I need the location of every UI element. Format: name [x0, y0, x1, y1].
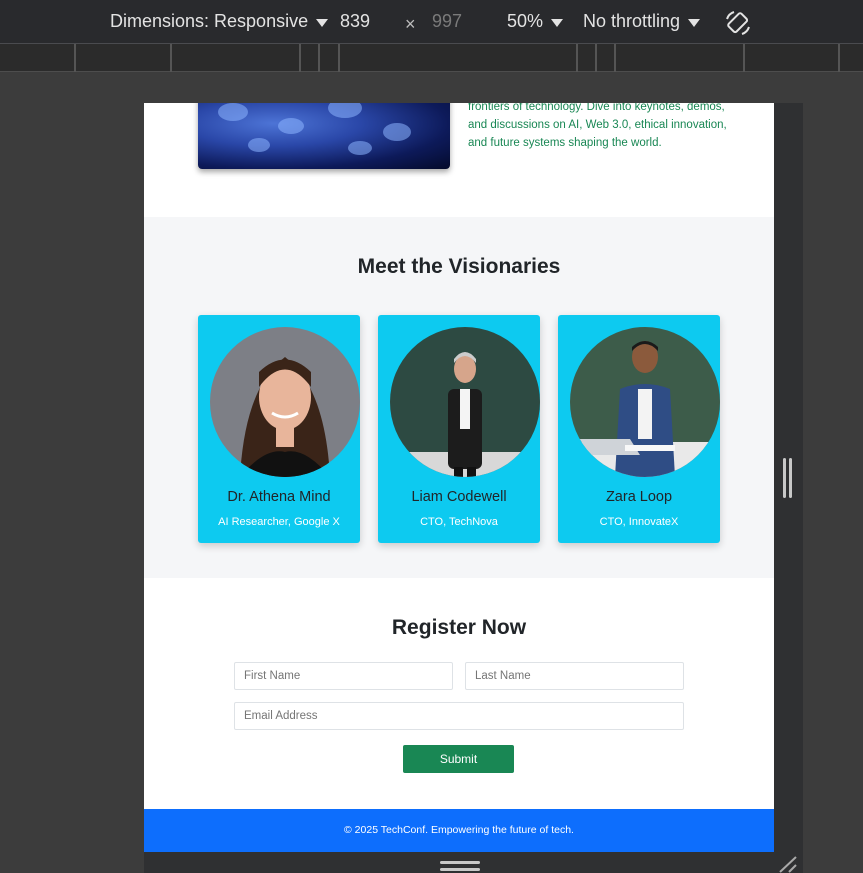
register-title: Register Now	[391, 616, 527, 639]
conference-audience-image	[198, 103, 450, 169]
dimensions-dropdown[interactable]: Dimensions: Responsive	[110, 11, 329, 32]
speaker-name: Zara Loop	[605, 489, 673, 505]
bottom-resize-handle[interactable]	[440, 861, 480, 873]
page-viewport: frontiers of technology. Dive into keyno…	[144, 103, 774, 852]
chevron-down-icon	[688, 18, 701, 27]
speakers-title: Meet the Visionaries	[357, 255, 561, 278]
zoom-dropdown[interactable]: 50%	[507, 11, 564, 32]
right-resize-handle[interactable]	[783, 458, 793, 498]
dimension-separator: ×	[405, 14, 416, 34]
about-description: frontiers of technology. Dive into keyno…	[468, 103, 727, 149]
speaker-name: Dr. Athena Mind	[227, 489, 331, 505]
throttling-label: No throttling	[583, 11, 681, 31]
speaker-photo	[570, 327, 720, 477]
chevron-down-icon	[551, 18, 564, 27]
devtools-device-toolbar: Dimensions: Responsive 839 × 997 50% No …	[0, 0, 863, 44]
speaker-photo	[210, 327, 360, 477]
speaker-role: AI Researcher, Google X	[218, 516, 340, 528]
speaker-card: Zara Loop CTO, InnovateX	[558, 315, 720, 543]
speaker-card: Liam Codewell CTO, TechNova	[378, 315, 540, 543]
speaker-photo	[390, 327, 540, 477]
height-input[interactable]: 997	[432, 11, 462, 32]
throttling-dropdown[interactable]: No throttling	[583, 11, 701, 32]
email-field[interactable]	[234, 702, 684, 730]
width-input[interactable]: 839	[340, 11, 370, 32]
chevron-down-icon	[316, 18, 329, 27]
corner-resize-handle[interactable]	[776, 855, 798, 873]
page-footer: © 2025 TechConf. Empowering the future o…	[144, 809, 774, 852]
speaker-role: CTO, InnovateX	[599, 516, 679, 528]
submit-button[interactable]: Submit	[403, 745, 514, 773]
speaker-card: Dr. Athena Mind AI Researcher, Google X	[198, 315, 360, 543]
speakers-section: Meet the Visionaries Dr. Athena Mind AI …	[144, 217, 774, 578]
dimensions-label: Dimensions: Responsive	[110, 11, 309, 31]
speaker-name: Liam Codewell	[411, 489, 507, 505]
zoom-label: 50%	[507, 11, 544, 31]
first-name-field[interactable]	[234, 662, 453, 690]
last-name-field[interactable]	[465, 662, 684, 690]
media-query-ruler[interactable]	[0, 44, 863, 72]
rotate-icon[interactable]	[724, 9, 752, 37]
speaker-role: CTO, TechNova	[420, 516, 498, 528]
register-section: Register Now Submit	[144, 578, 774, 809]
